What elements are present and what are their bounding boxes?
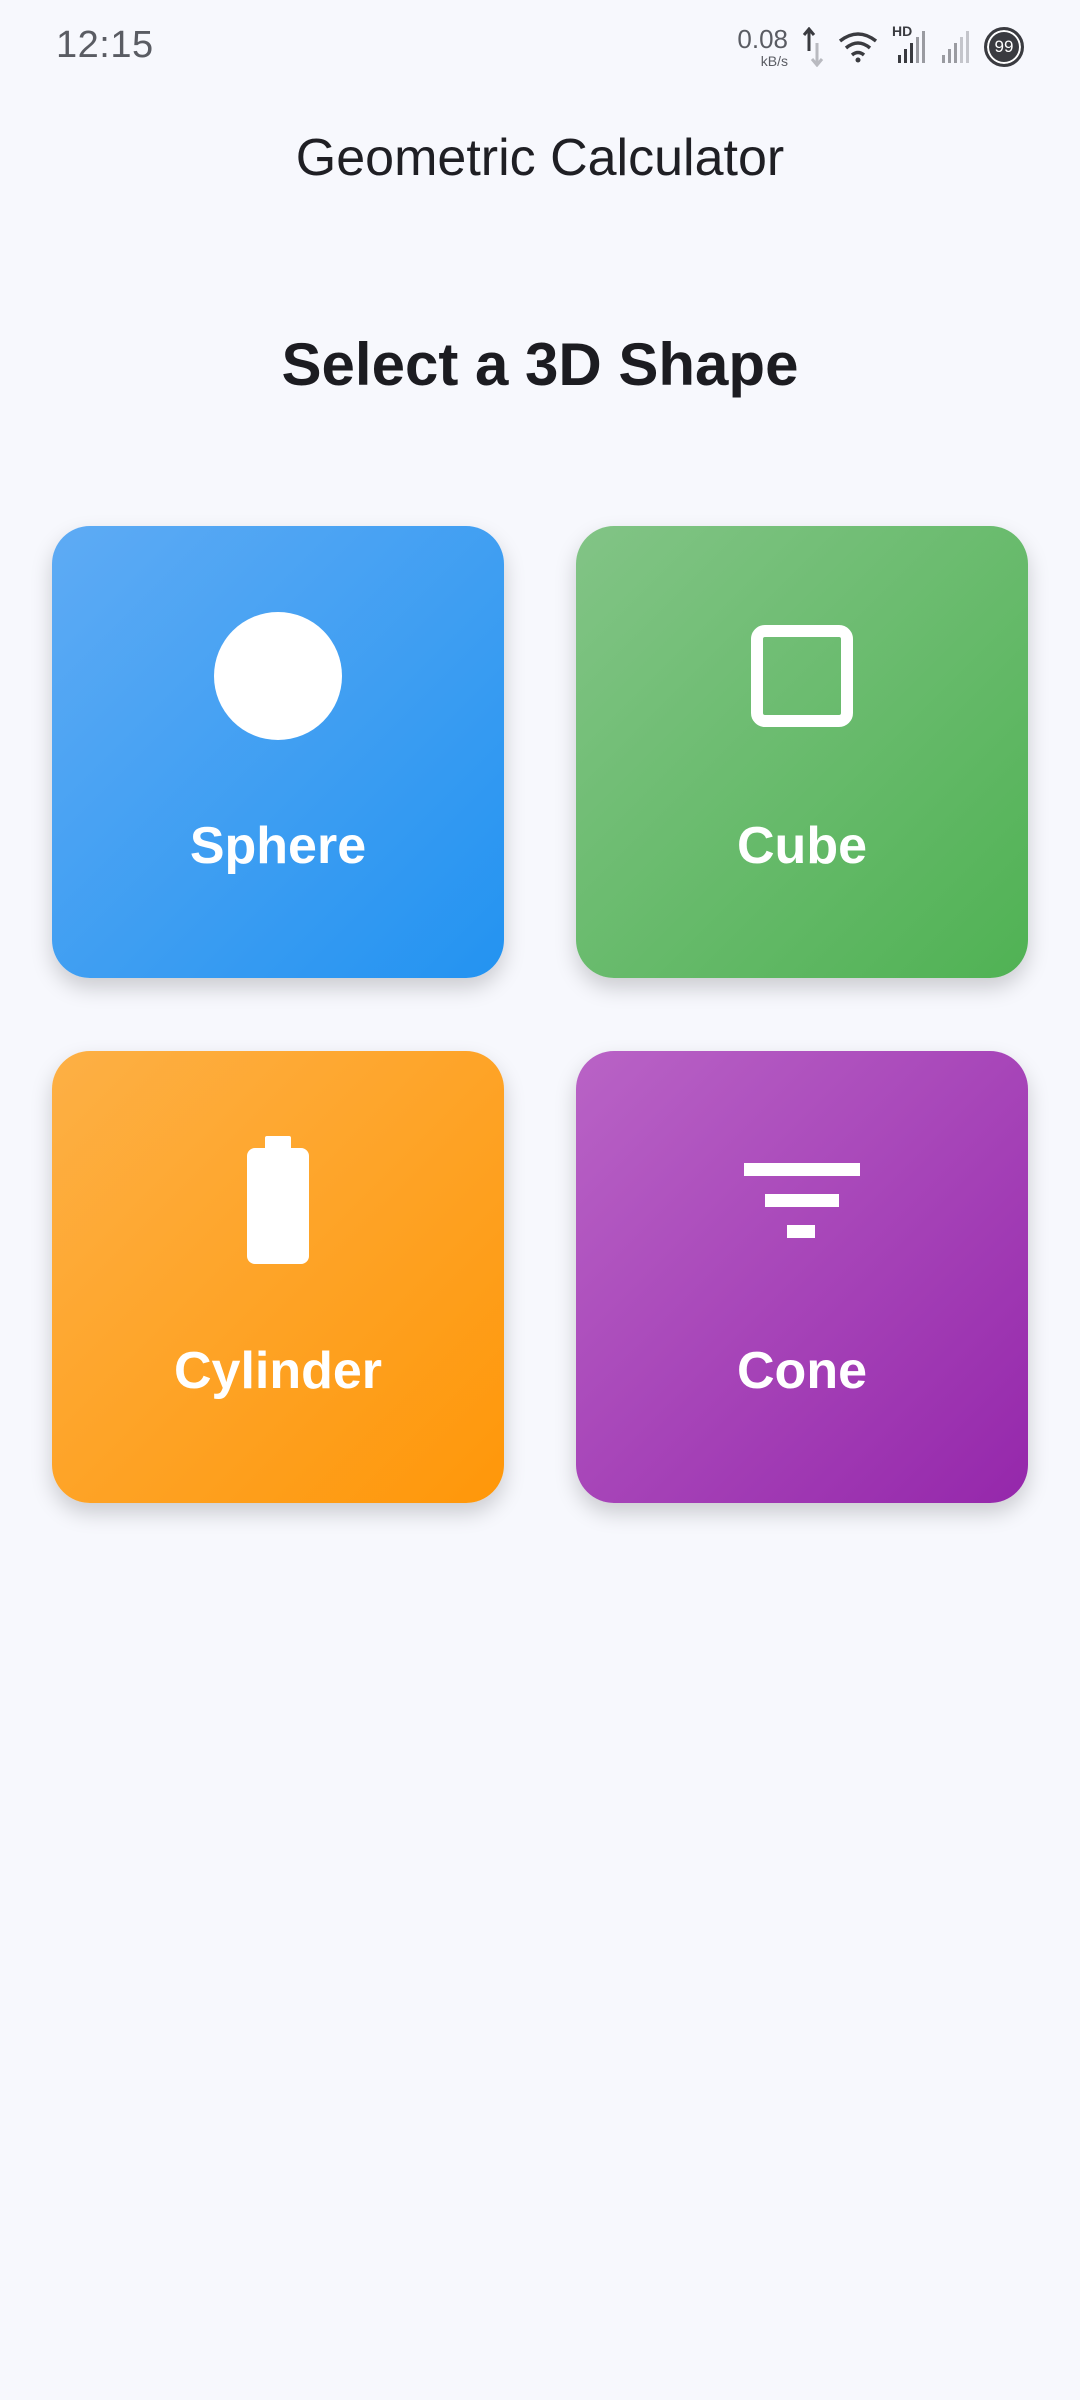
status-time: 12:15 [56,24,154,66]
battery-icon: 99 [984,27,1024,67]
shape-card-label: Cone [737,1342,867,1400]
battery-shape-icon [52,1051,504,1351]
shape-card-cube[interactable]: Cube [576,526,1028,978]
shape-card-cone[interactable]: Cone [576,1051,1028,1503]
app-title: Geometric Calculator [295,129,785,187]
net-speed-value: 0.08 [737,24,788,54]
square-outline-icon [576,526,1028,826]
data-activity-icon [802,27,824,67]
network-type-label: HD [892,23,913,39]
shape-card-label: Cylinder [173,1342,383,1400]
status-icons: 0.08 kB/s HD 99 [737,22,1024,72]
net-speed-indicator: 0.08 kB/s [737,26,788,68]
status-bar: 12:15 0.08 kB/s HD 99 [0,0,1080,96]
signal-icon [940,29,970,65]
page-heading: Select a 3D Shape [281,331,799,398]
filter-icon [576,1051,1028,1351]
shape-card-cylinder[interactable]: Cylinder [52,1051,504,1503]
net-speed-unit: kB/s [760,53,788,69]
circle-icon [52,526,504,826]
battery-level: 99 [994,37,1014,56]
signal-hd-icon: HD [892,23,926,65]
shape-card-sphere[interactable]: Sphere [52,526,504,978]
wifi-icon [838,31,878,63]
shape-card-label: Cube [737,817,867,875]
shape-card-label: Sphere [189,817,367,875]
